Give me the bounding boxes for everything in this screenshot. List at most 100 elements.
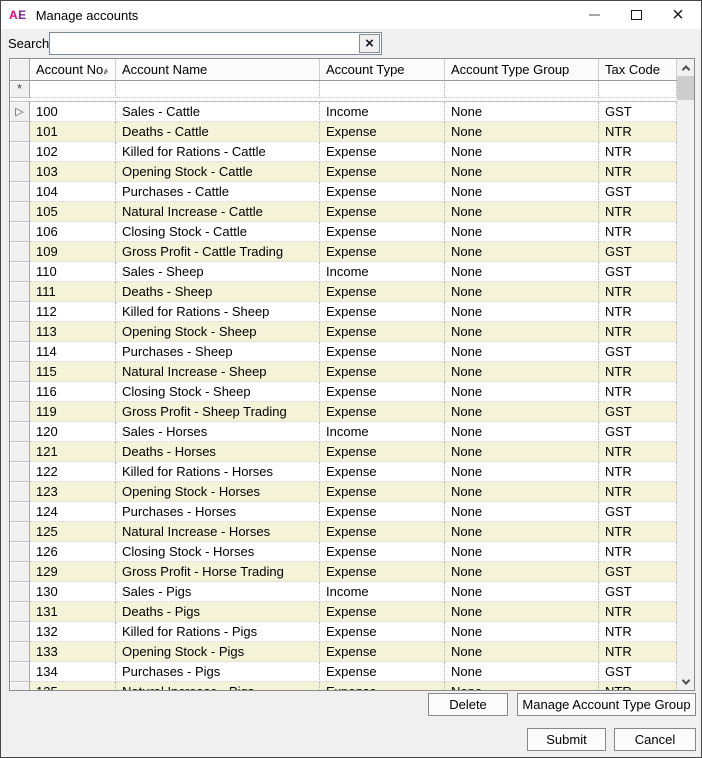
cell-no[interactable]: 131 (30, 602, 116, 622)
column-header-account-name[interactable]: Account Name (116, 59, 320, 80)
row-selector[interactable] (10, 602, 30, 622)
cell-tax[interactable]: NTR (599, 322, 677, 342)
table-row[interactable]: 130Sales - PigsIncomeNoneGST (10, 582, 677, 602)
clear-search-button[interactable]: × (359, 34, 380, 53)
cell-group[interactable]: None (445, 562, 599, 582)
cell-tax[interactable]: NTR (599, 542, 677, 562)
table-row[interactable]: 126Closing Stock - HorsesExpenseNoneNTR (10, 542, 677, 562)
cell-name[interactable]: Natural Increase - Sheep (116, 362, 320, 382)
table-row[interactable]: 119Gross Profit - Sheep TradingExpenseNo… (10, 402, 677, 422)
row-selector[interactable] (10, 662, 30, 682)
cell-group[interactable]: None (445, 142, 599, 162)
cell-no[interactable]: 110 (30, 262, 116, 282)
cell-group[interactable]: None (445, 282, 599, 302)
cell-no[interactable]: 126 (30, 542, 116, 562)
cell-group[interactable]: None (445, 482, 599, 502)
cell-group[interactable]: None (445, 582, 599, 602)
row-selector[interactable] (10, 302, 30, 322)
cell-group[interactable]: None (445, 322, 599, 342)
row-selector[interactable] (10, 582, 30, 602)
cell-tax[interactable]: NTR (599, 222, 677, 242)
cell-name[interactable]: Natural Increase - Pigs (116, 682, 320, 690)
row-selector[interactable] (10, 402, 30, 422)
row-selector[interactable] (10, 562, 30, 582)
cell-name[interactable]: Opening Stock - Pigs (116, 642, 320, 662)
table-row[interactable]: ▷100Sales - CattleIncomeNoneGST (10, 102, 677, 122)
table-row[interactable]: 112Killed for Rations - SheepExpenseNone… (10, 302, 677, 322)
cell-group[interactable]: None (445, 242, 599, 262)
cell-tax[interactable]: GST (599, 262, 677, 282)
cell-type[interactable]: Expense (320, 402, 445, 422)
manage-account-type-group-button[interactable]: Manage Account Type Group (517, 693, 696, 716)
cell-name[interactable]: Natural Increase - Cattle (116, 202, 320, 222)
cell-no[interactable]: 133 (30, 642, 116, 662)
table-row[interactable]: 105Natural Increase - CattleExpenseNoneN… (10, 202, 677, 222)
cell-name[interactable]: Killed for Rations - Pigs (116, 622, 320, 642)
row-selector[interactable] (10, 362, 30, 382)
row-selector[interactable] (10, 222, 30, 242)
cell-name[interactable]: Sales - Sheep (116, 262, 320, 282)
cell-name[interactable]: Purchases - Sheep (116, 342, 320, 362)
table-row[interactable]: 102Killed for Rations - CattleExpenseNon… (10, 142, 677, 162)
cell-tax[interactable]: NTR (599, 442, 677, 462)
row-selector[interactable] (10, 122, 30, 142)
row-selector[interactable] (10, 262, 30, 282)
cell-group[interactable]: None (445, 162, 599, 182)
table-row[interactable]: 134Purchases - PigsExpenseNoneGST (10, 662, 677, 682)
cell-group[interactable]: None (445, 122, 599, 142)
new-row[interactable]: * (10, 81, 677, 98)
cell-name[interactable]: Gross Profit - Horse Trading (116, 562, 320, 582)
table-row[interactable]: 104Purchases - CattleExpenseNoneGST (10, 182, 677, 202)
cell-no[interactable]: 104 (30, 182, 116, 202)
cell-group[interactable]: None (445, 622, 599, 642)
cell-tax[interactable]: NTR (599, 302, 677, 322)
table-row[interactable]: 121Deaths - HorsesExpenseNoneNTR (10, 442, 677, 462)
cell-no[interactable]: 114 (30, 342, 116, 362)
cell-tax[interactable]: GST (599, 102, 677, 122)
cell-type[interactable]: Expense (320, 442, 445, 462)
column-header-account-type-group[interactable]: Account Type Group (445, 59, 599, 80)
row-selector[interactable] (10, 442, 30, 462)
minimize-button[interactable] (573, 1, 615, 29)
cell-name[interactable]: Killed for Rations - Cattle (116, 142, 320, 162)
cell-no[interactable]: 125 (30, 522, 116, 542)
cell-group[interactable]: None (445, 462, 599, 482)
cell-group[interactable]: None (445, 502, 599, 522)
cell-no[interactable]: 109 (30, 242, 116, 262)
cell-tax[interactable]: NTR (599, 362, 677, 382)
table-row[interactable]: 116Closing Stock - SheepExpenseNoneNTR (10, 382, 677, 402)
cell-group[interactable]: None (445, 222, 599, 242)
cell-group[interactable]: None (445, 362, 599, 382)
table-row[interactable]: 103Opening Stock - CattleExpenseNoneNTR (10, 162, 677, 182)
cell-name[interactable]: Closing Stock - Cattle (116, 222, 320, 242)
row-selector[interactable] (10, 142, 30, 162)
row-selector[interactable] (10, 342, 30, 362)
cell-type[interactable]: Expense (320, 162, 445, 182)
table-row[interactable]: 129Gross Profit - Horse TradingExpenseNo… (10, 562, 677, 582)
vertical-scrollbar[interactable] (677, 59, 694, 690)
table-row[interactable]: 133Opening Stock - PigsExpenseNoneNTR (10, 642, 677, 662)
row-selector[interactable] (10, 682, 30, 690)
cell-no[interactable]: 105 (30, 202, 116, 222)
cell-name[interactable]: Purchases - Cattle (116, 182, 320, 202)
cell-tax[interactable]: GST (599, 582, 677, 602)
cell-type[interactable]: Expense (320, 222, 445, 242)
cell-no[interactable]: 134 (30, 662, 116, 682)
search-input[interactable] (50, 33, 359, 54)
cell-tax[interactable]: NTR (599, 622, 677, 642)
cell-type[interactable]: Expense (320, 502, 445, 522)
cell-tax[interactable]: NTR (599, 602, 677, 622)
cell-type[interactable]: Income (320, 422, 445, 442)
cell-no[interactable]: 130 (30, 582, 116, 602)
cell-no[interactable]: 100 (30, 102, 116, 122)
scroll-down-button[interactable] (677, 673, 694, 690)
cell-name[interactable]: Deaths - Cattle (116, 122, 320, 142)
cell-type[interactable]: Income (320, 102, 445, 122)
cell-group[interactable]: None (445, 522, 599, 542)
row-selector[interactable] (10, 382, 30, 402)
cell-type[interactable]: Expense (320, 342, 445, 362)
cell-tax[interactable]: NTR (599, 642, 677, 662)
cell-type[interactable]: Expense (320, 322, 445, 342)
cell-tax[interactable]: NTR (599, 202, 677, 222)
cell-tax[interactable]: NTR (599, 142, 677, 162)
